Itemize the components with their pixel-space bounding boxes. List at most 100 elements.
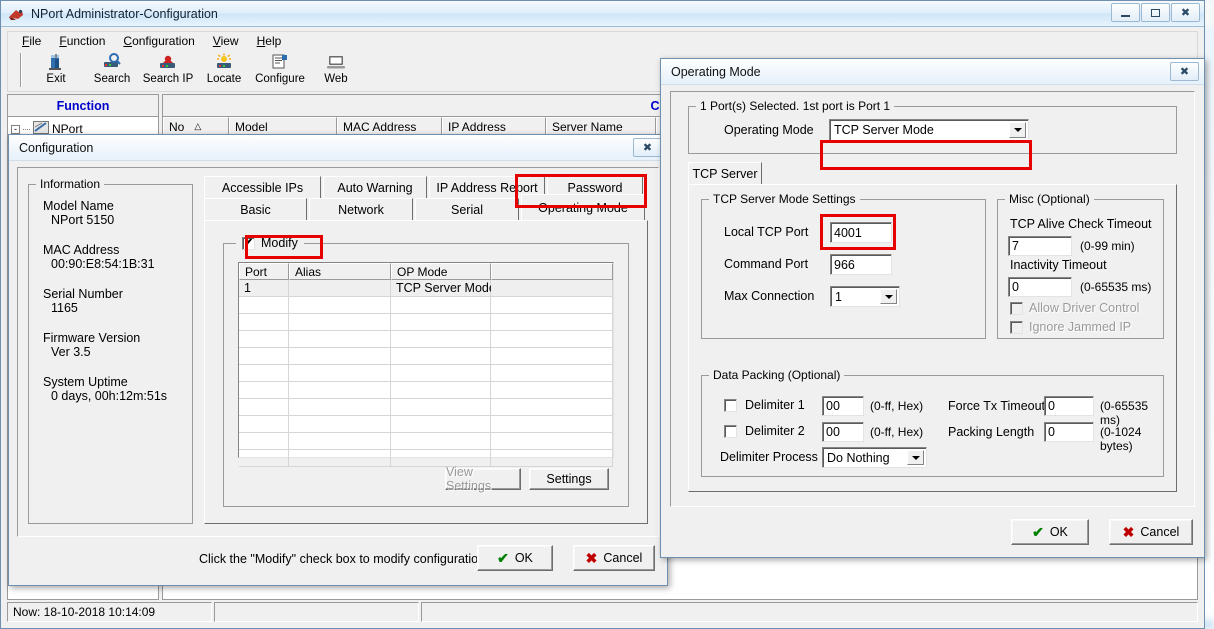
packing-length-field[interactable]: 0	[1044, 422, 1094, 442]
cell-empty	[289, 416, 391, 433]
menu-file[interactable]: File	[14, 32, 49, 50]
tab-network[interactable]: Network	[309, 198, 413, 220]
info-value-system-uptime: 0 days, 00h:12m:51s	[43, 389, 192, 403]
grid-column-extra[interactable]	[491, 263, 613, 280]
tab-accessible-ips[interactable]: Accessible IPs	[204, 176, 321, 198]
close-icon[interactable]: ✖	[633, 138, 662, 157]
max-connection-combo[interactable]: 1	[830, 286, 900, 307]
close-icon[interactable]: ✖	[1170, 62, 1199, 81]
cell-empty	[491, 348, 613, 365]
operating-mode-combo[interactable]: TCP Server Mode	[829, 119, 1029, 141]
toolbar-button-web[interactable]: Web	[308, 50, 364, 90]
toolbar-button-configure[interactable]: Configure	[252, 50, 308, 90]
tcp-alive-check-timeout-field[interactable]: 7	[1008, 236, 1072, 256]
grid-column-op-mode[interactable]: OP Mode	[391, 263, 491, 280]
delimiter-1-field[interactable]: 00	[822, 396, 864, 416]
operating-mode-titlebar: Operating Mode ✖	[661, 59, 1204, 85]
view-settings-button[interactable]: View Settings	[445, 468, 521, 490]
table-row-empty[interactable]	[239, 399, 613, 416]
tabstrip-row-2[interactable]: Basic Network Serial Operating Mode	[204, 198, 648, 220]
table-row-empty[interactable]	[239, 314, 613, 331]
tree-expander-icon[interactable]: -	[11, 125, 20, 134]
delimiter-1-box[interactable]	[724, 399, 737, 412]
cell-op-mode: TCP Server Mode	[391, 280, 491, 297]
cell-empty	[239, 399, 289, 416]
tab-auto-warning[interactable]: Auto Warning	[323, 176, 427, 198]
settings-button[interactable]: Settings	[529, 468, 609, 490]
grid-column-port[interactable]: Port	[239, 263, 289, 280]
cell-empty	[491, 297, 613, 314]
tab-tcp-server[interactable]: TCP Server	[688, 162, 762, 184]
port-grid[interactable]: Port Alias OP Mode 1 TCP Server Mode	[238, 262, 614, 458]
cell-port: 1	[239, 280, 289, 297]
table-row-empty[interactable]	[239, 450, 613, 467]
tab-operating-mode[interactable]: Operating Mode	[521, 194, 645, 220]
grid-column-alias[interactable]: Alias	[289, 263, 391, 280]
menu-function[interactable]: Function	[51, 32, 113, 50]
operating-mode-body: 1 Port(s) Selected. 1st port is Port 1 O…	[670, 91, 1195, 507]
delimiter-2-field[interactable]: 00	[822, 422, 864, 442]
table-row-empty[interactable]	[239, 382, 613, 399]
chevron-down-icon[interactable]	[880, 289, 897, 304]
delimiter-2-checkbox[interactable]: Delimiter 2	[724, 424, 805, 438]
table-row-empty[interactable]	[239, 433, 613, 450]
configuration-dialog-body: Information Model Name NPort 5150 MAC Ad…	[17, 167, 659, 537]
delimiter-1-checkbox[interactable]: Delimiter 1	[724, 398, 805, 412]
tab-serial[interactable]: Serial	[415, 198, 519, 220]
mode-tabstrip[interactable]: TCP Server	[688, 162, 762, 184]
table-row[interactable]: 1 TCP Server Mode	[239, 280, 613, 297]
window-title: NPort Administrator-Configuration	[31, 7, 218, 21]
ignore-jammed-ip-box[interactable]	[1010, 321, 1023, 334]
table-row-empty[interactable]	[239, 416, 613, 433]
table-row-empty[interactable]	[239, 331, 613, 348]
chevron-down-icon[interactable]	[1009, 122, 1026, 138]
delimiter-2-box[interactable]	[724, 425, 737, 438]
maximize-icon[interactable]	[1141, 3, 1170, 22]
inactivity-range: (0-65535 ms)	[1080, 280, 1151, 294]
cell-empty	[491, 433, 613, 450]
operating-mode-title: Operating Mode	[671, 65, 761, 79]
config-cancel-button[interactable]: ✖ Cancel	[573, 545, 655, 571]
cell-empty	[289, 365, 391, 382]
x-icon: ✖	[1123, 525, 1135, 539]
statusbar-cell-3	[421, 602, 1198, 622]
window-controls[interactable]: ✖	[1111, 3, 1200, 22]
tcp-settings-legend: TCP Server Mode Settings	[709, 192, 860, 206]
allow-driver-control-checkbox[interactable]: Allow Driver Control	[1010, 301, 1139, 315]
menu-configuration[interactable]: Configuration	[115, 32, 202, 50]
config-ok-button[interactable]: ✔ OK	[477, 545, 553, 571]
tcp-server-tab-page: TCP Server Mode Settings Local TCP Port …	[688, 184, 1177, 492]
delimiter-1-value: 00	[826, 399, 840, 413]
menu-view[interactable]: View	[205, 32, 247, 50]
toolbar-button-exit[interactable]: Exit	[28, 50, 84, 90]
modify-checkbox-box[interactable]: ✔	[242, 237, 255, 250]
menu-help[interactable]: Help	[249, 32, 290, 50]
tab-basic[interactable]: Basic	[204, 198, 307, 220]
modify-checkbox[interactable]: ✔ Modify	[236, 236, 304, 250]
allow-driver-control-box[interactable]	[1010, 302, 1023, 315]
cell-empty	[491, 314, 613, 331]
search-ip-icon	[157, 52, 179, 72]
table-row-empty[interactable]	[239, 365, 613, 382]
close-icon[interactable]: ✖	[1171, 3, 1200, 22]
toolbar-button-search[interactable]: Search	[84, 50, 140, 90]
command-port-field[interactable]: 966	[830, 254, 892, 275]
cell-empty	[391, 382, 491, 399]
operating-mode-cancel-button[interactable]: ✖ Cancel	[1109, 519, 1193, 545]
table-row-empty[interactable]	[239, 297, 613, 314]
inactivity-timeout-field[interactable]: 0	[1008, 277, 1072, 297]
chevron-down-icon[interactable]	[907, 450, 924, 465]
toolbar-button-locate[interactable]: Locate	[196, 50, 252, 90]
delimiter-process-combo[interactable]: Do Nothing	[822, 447, 927, 468]
menubar[interactable]: File Function Configuration View Help	[7, 31, 1198, 50]
ignore-jammed-ip-checkbox[interactable]: Ignore Jammed IP	[1010, 320, 1131, 334]
table-row-empty[interactable]	[239, 348, 613, 365]
force-tx-timeout-field[interactable]: 0	[1044, 396, 1094, 416]
toolbar-button-search-ip[interactable]: Search IP	[140, 50, 196, 90]
local-tcp-port-value: 4001	[834, 226, 862, 240]
minimize-icon[interactable]	[1111, 3, 1140, 22]
local-tcp-port-field[interactable]: 4001	[830, 222, 892, 243]
operating-mode-ok-button[interactable]: ✔ OK	[1011, 519, 1089, 545]
max-connection-value: 1	[835, 290, 842, 304]
info-row-serial-number: Serial Number 1165	[43, 287, 192, 315]
